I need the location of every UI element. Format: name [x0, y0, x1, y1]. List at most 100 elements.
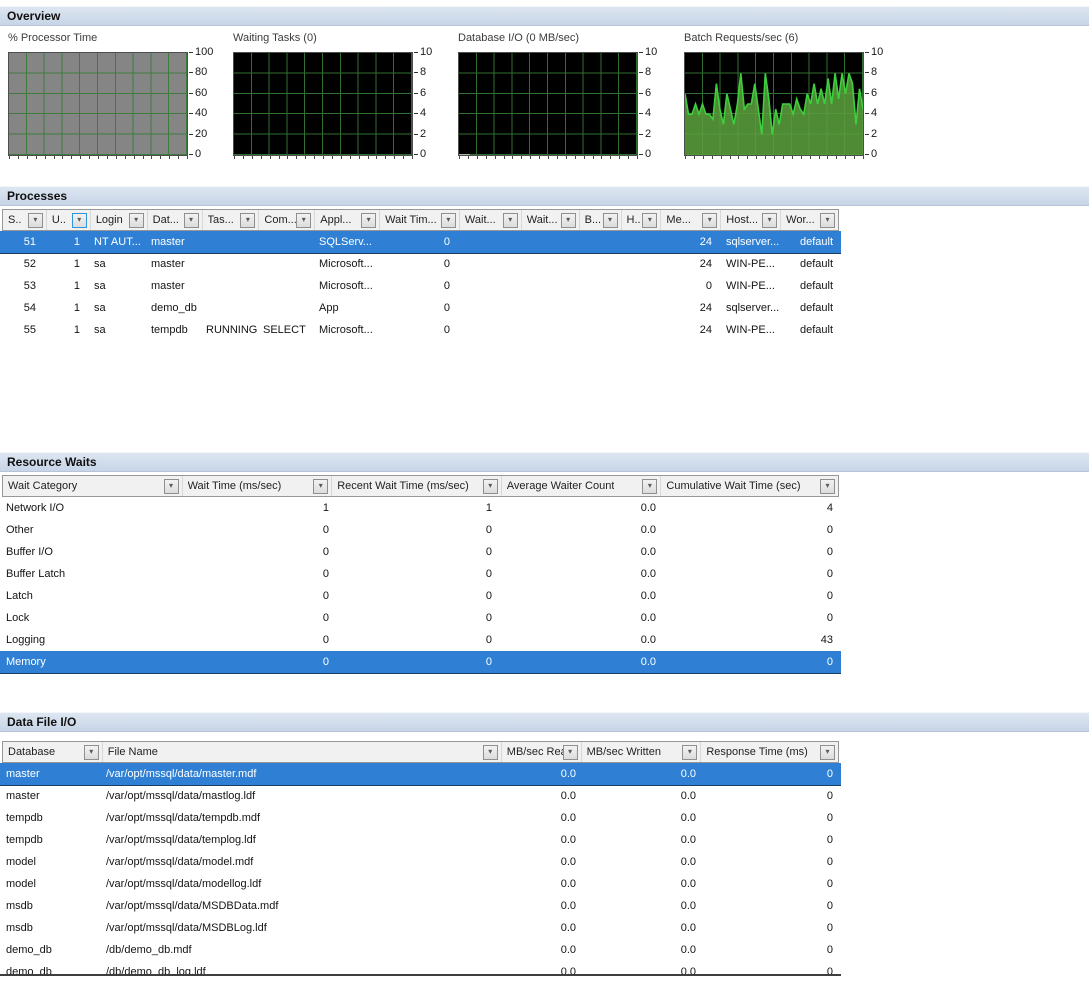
filter-button-database[interactable]: ▾: [184, 213, 199, 228]
table-row[interactable]: 551satempdbRUNNINGSELECTMicrosoft...024W…: [0, 319, 841, 341]
filter-button-task-state[interactable]: ▾: [240, 213, 255, 228]
table-row[interactable]: Lock000.00: [0, 607, 841, 629]
table-row[interactable]: Memory000.00: [0, 651, 841, 673]
data-file-io-grid: Database▾File Name▾MB/sec Read▾MB/sec Wr…: [0, 741, 841, 974]
filter-button-head-blocker[interactable]: ▾: [642, 213, 657, 228]
table-row[interactable]: Network I/O110.04: [0, 497, 841, 519]
x-tick: [98, 156, 99, 159]
y-tick-label: 8: [871, 66, 877, 78]
filter-button-wait-time[interactable]: ▾: [313, 479, 328, 494]
table-row[interactable]: Latch000.00: [0, 585, 841, 607]
table-row[interactable]: Buffer Latch000.00: [0, 563, 841, 585]
filter-button-application[interactable]: ▾: [361, 213, 376, 228]
cell-database: msdb: [0, 895, 100, 917]
filter-button-user-processes[interactable]: ▾: [72, 213, 87, 228]
cell-memory-use: 24: [660, 297, 720, 319]
table-row[interactable]: Other000.00: [0, 519, 841, 541]
filter-button-response-time[interactable]: ▾: [820, 745, 835, 760]
section-header-overview[interactable]: Overview: [0, 6, 1089, 26]
column-header-wait-time: Wait Tim...▾: [380, 210, 460, 230]
cell-wait-time: 0: [180, 585, 330, 607]
y-tick: [639, 113, 643, 114]
filter-button-host-name[interactable]: ▾: [762, 213, 777, 228]
filter-button-wait-category[interactable]: ▾: [164, 479, 179, 494]
filter-button-memory-use[interactable]: ▾: [702, 213, 717, 228]
table-row[interactable]: tempdb/var/opt/mssql/data/tempdb.mdf0.00…: [0, 807, 841, 829]
cell-cumulative-wait-time: 0: [660, 519, 837, 541]
filter-button-cumulative-wait-time[interactable]: ▾: [820, 479, 835, 494]
cell-wait-resource: [520, 319, 578, 341]
table-row[interactable]: master/var/opt/mssql/data/mastlog.ldf0.0…: [0, 785, 841, 807]
filter-button-recent-wait-time[interactable]: ▾: [483, 479, 498, 494]
filter-button-file-name[interactable]: ▾: [483, 745, 498, 760]
table-row[interactable]: msdb/var/opt/mssql/data/MSDBLog.ldf0.00.…: [0, 917, 841, 939]
x-tick: [477, 156, 478, 159]
cell-wait-time: 0: [378, 319, 458, 341]
cell-database: msdb: [0, 917, 100, 939]
table-row[interactable]: 531samasterMicrosoft...00WIN-PE...defaul…: [0, 275, 841, 297]
cell-average-waiter-count: 0.0: [500, 541, 660, 563]
cell-mb-sec-read: 0.0: [500, 785, 580, 807]
table-row[interactable]: 541sademo_dbApp024sqlserver...default: [0, 297, 841, 319]
column-header-label-wait-time: Wait Time (ms/sec): [188, 480, 282, 492]
table-row[interactable]: tempdb/var/opt/mssql/data/templog.ldf0.0…: [0, 829, 841, 851]
section-header-resource-waits[interactable]: Resource Waits: [0, 452, 1089, 472]
filter-button-workload-group[interactable]: ▾: [820, 213, 835, 228]
cell-wait-category: Memory: [0, 651, 180, 673]
table-row[interactable]: 521samasterMicrosoft...024WIN-PE...defau…: [0, 253, 841, 275]
y-tick-label: 10: [871, 46, 883, 58]
filter-button-wait-resource[interactable]: ▾: [561, 213, 576, 228]
column-header-recent-wait-time: Recent Wait Time (ms/sec)▾: [332, 476, 502, 496]
y-tick-label: 0: [645, 148, 651, 160]
x-tick: [504, 156, 505, 159]
filter-button-average-waiter-count[interactable]: ▾: [642, 479, 657, 494]
filter-button-mb-sec-written[interactable]: ▾: [682, 745, 697, 760]
column-header-label-task-state: Tas...: [208, 214, 234, 226]
cell-wait-resource: [520, 275, 578, 297]
cell-login: sa: [88, 297, 145, 319]
cell-mb-sec-read: 0.0: [500, 807, 580, 829]
cell-application: SQLServ...: [313, 231, 378, 253]
filter-button-database[interactable]: ▾: [84, 745, 99, 760]
filter-button-wait-time[interactable]: ▾: [441, 213, 456, 228]
table-row[interactable]: msdb/var/opt/mssql/data/MSDBData.mdf0.00…: [0, 895, 841, 917]
grid-rows: master/var/opt/mssql/data/master.mdf0.00…: [0, 763, 841, 974]
x-tick: [376, 156, 377, 159]
table-row[interactable]: master/var/opt/mssql/data/master.mdf0.00…: [0, 763, 841, 785]
processor-time-chart-plot: [8, 52, 188, 156]
column-header-row: Wait Category▾Wait Time (ms/sec)▾Recent …: [2, 475, 839, 497]
cell-wait-time: 0: [180, 541, 330, 563]
cell-mb-sec-written: 0.0: [580, 961, 700, 974]
section-header-data-file-io[interactable]: Data File I/O: [0, 712, 1089, 732]
y-tick-label: 20: [195, 128, 207, 140]
cell-file-name: /var/opt/mssql/data/MSDBData.mdf: [100, 895, 500, 917]
cell-command: [257, 231, 313, 253]
table-row[interactable]: Buffer I/O000.00: [0, 541, 841, 563]
cell-response-time: 0: [700, 785, 837, 807]
section-header-processes[interactable]: Processes: [0, 186, 1089, 206]
table-row[interactable]: demo_db/db/demo_db.mdf0.00.00: [0, 939, 841, 961]
x-tick: [694, 156, 695, 159]
x-tick: [368, 156, 369, 159]
table-row[interactable]: model/var/opt/mssql/data/modellog.ldf0.0…: [0, 873, 841, 895]
cell-head-blocker: [620, 231, 660, 253]
filter-button-login[interactable]: ▾: [129, 213, 144, 228]
filter-button-mb-sec-read[interactable]: ▾: [563, 745, 578, 760]
table-row[interactable]: demo_db/db/demo_db_log.ldf0.00.00: [0, 961, 841, 974]
filter-button-blocked-by[interactable]: ▾: [603, 213, 618, 228]
filter-button-command[interactable]: ▾: [296, 213, 311, 228]
filter-button-session-id[interactable]: ▾: [28, 213, 43, 228]
cell-response-time: 0: [700, 895, 837, 917]
table-row[interactable]: 511NT AUT...masterSQLServ...024sqlserver…: [0, 231, 841, 253]
table-row[interactable]: model/var/opt/mssql/data/model.mdf0.00.0…: [0, 851, 841, 873]
filter-button-wait-type[interactable]: ▾: [503, 213, 518, 228]
x-tick: [637, 156, 638, 159]
x-tick: [712, 156, 713, 159]
cell-mb-sec-read: 0.0: [500, 939, 580, 961]
waiting-tasks-chart-plot: [233, 52, 413, 156]
column-header-workload-group: Wor...▾: [781, 210, 838, 230]
x-tick: [863, 156, 864, 159]
processes-whitespace: [0, 341, 1089, 452]
section-title-overview: Overview: [7, 9, 60, 23]
table-row[interactable]: Logging000.043: [0, 629, 841, 651]
